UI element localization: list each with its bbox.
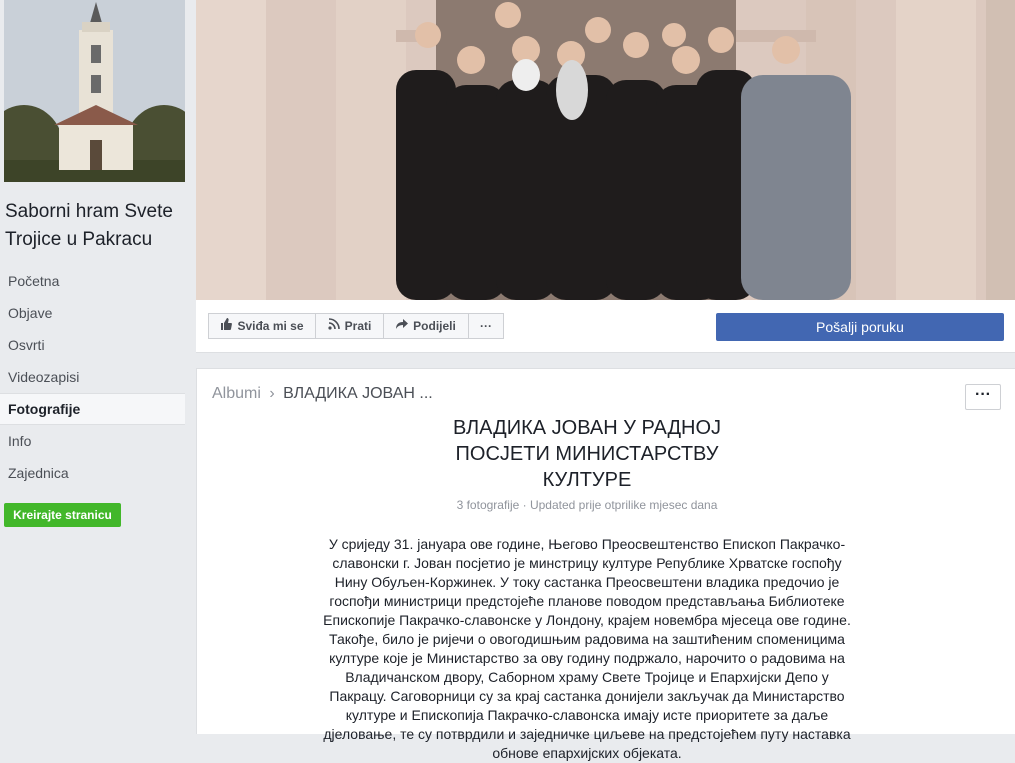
share-arrow-icon xyxy=(396,313,409,339)
page-nav: Početna Objave Osvrti Videozapisi Fotogr… xyxy=(0,265,185,489)
share-button[interactable]: Podijeli xyxy=(383,313,469,339)
send-message-button[interactable]: Pošalji poruku xyxy=(716,313,1004,341)
nav-item-info[interactable]: Info xyxy=(0,425,185,457)
more-actions-button[interactable]: ··· xyxy=(468,313,504,339)
rss-icon xyxy=(328,313,340,339)
cover-photo[interactable] xyxy=(196,0,1015,300)
page-action-bar: Sviđa mi se Prati Podijeli ··· Pošalji p… xyxy=(196,300,1015,353)
nav-item-zajednica[interactable]: Zajednica xyxy=(0,457,185,489)
page-name[interactable]: Saborni hram Svete Trojice u Pakracu xyxy=(5,198,191,254)
nav-item-pocetna[interactable]: Početna xyxy=(0,265,185,297)
album-panel: Albumi › ВЛАДИКА ЈОВАН ... ··· ВЛАДИКА Ј… xyxy=(196,368,1015,761)
nav-item-videozapisi[interactable]: Videozapisi xyxy=(0,361,185,393)
album-more-button[interactable]: ··· xyxy=(965,384,1001,410)
nav-item-osvrti[interactable]: Osvrti xyxy=(0,329,185,361)
album-meta: 3 fotografije · Updated prije otprilike … xyxy=(456,498,718,512)
like-label: Sviđa mi se xyxy=(237,319,304,333)
clergy-group-photo xyxy=(196,0,1015,300)
breadcrumb: Albumi › ВЛАДИКА ЈОВАН ... xyxy=(212,385,433,403)
thumbs-up-icon xyxy=(220,313,233,339)
nav-item-objave[interactable]: Objave xyxy=(0,297,185,329)
breadcrumb-current: ВЛАДИКА ЈОВАН ... xyxy=(283,385,433,402)
profile-picture[interactable] xyxy=(4,0,185,182)
more-dots-label: ··· xyxy=(480,319,492,333)
follow-label: Prati xyxy=(344,319,372,333)
album-title: ВЛАДИКА ЈОВАН У РАДНОЈ ПОСЈЕТИ МИНИСТАРС… xyxy=(452,417,722,491)
follow-button[interactable]: Prati xyxy=(315,313,384,339)
album-description: У сриједу 31. јануара ове године, Његово… xyxy=(323,536,851,761)
left-sidebar: Saborni hram Svete Trojice u Pakracu Poč… xyxy=(0,0,196,734)
create-page-button[interactable]: Kreirajte stranicu xyxy=(4,503,121,527)
share-label: Podijeli xyxy=(413,319,456,333)
like-button[interactable]: Sviđa mi se xyxy=(208,313,316,339)
breadcrumb-albums-link[interactable]: Albumi xyxy=(212,385,261,402)
nav-item-fotografije[interactable]: Fotografije xyxy=(0,393,185,425)
chevron-right-icon: › xyxy=(269,385,275,402)
church-tower-image xyxy=(4,0,185,182)
